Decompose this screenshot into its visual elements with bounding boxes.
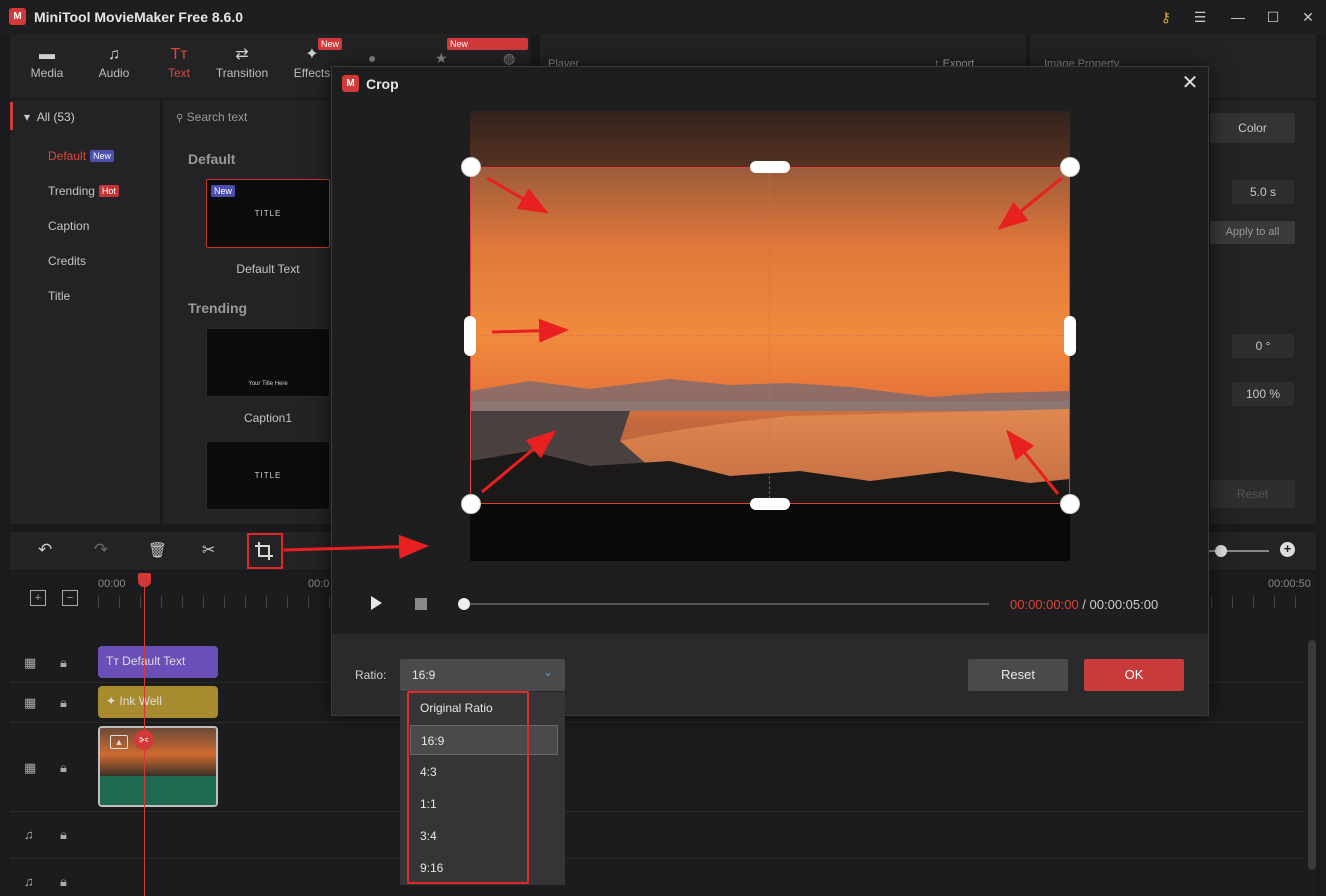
time-separator: / [1078, 597, 1090, 612]
chevron-down-icon: ⌄ [543, 665, 554, 679]
crop-reset-button[interactable]: Reset [968, 659, 1068, 691]
crop-progress-thumb[interactable] [458, 598, 470, 610]
crop-ok-button[interactable]: OK [1084, 659, 1184, 691]
play-icon[interactable] [371, 596, 382, 610]
ratio-select[interactable]: 16:9 ⌄ [400, 659, 565, 691]
stop-icon[interactable] [415, 598, 427, 610]
crop-time-display: 00:00:00:00 / 00:00:05:00 [1010, 597, 1158, 612]
crop-progress-track[interactable] [463, 603, 989, 605]
dropdown-highlight-box [407, 691, 529, 884]
annotation-arrows [283, 176, 1063, 559]
ratio-selected-value: 16:9 [412, 668, 436, 682]
current-time: 00:00:00:00 [1010, 597, 1079, 612]
ratio-label: Ratio: [355, 668, 387, 682]
total-time: 00:00:05:00 [1089, 597, 1159, 612]
